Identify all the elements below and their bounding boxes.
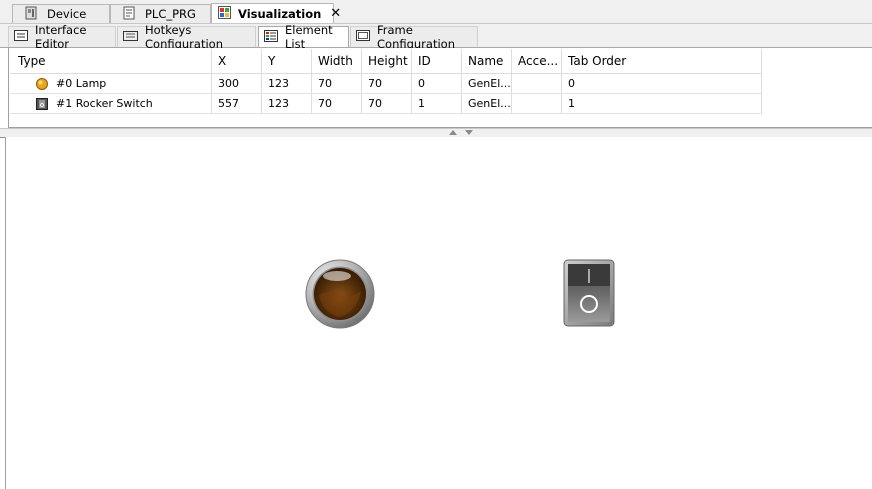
cell-name[interactable]: GenEl...	[462, 74, 512, 93]
program-icon	[123, 6, 135, 23]
column-header-id[interactable]: ID	[412, 49, 462, 73]
device-icon	[25, 6, 37, 23]
column-header-y[interactable]: Y	[262, 49, 312, 73]
cell-height[interactable]: 70	[362, 94, 412, 113]
column-header-x[interactable]: X	[212, 49, 262, 73]
tab-label: Visualization	[238, 6, 322, 21]
cell-name[interactable]: GenEl...	[462, 94, 512, 113]
cell-id: 0	[412, 74, 462, 93]
expand-down-icon[interactable]	[465, 130, 473, 135]
cell-width[interactable]: 70	[312, 94, 362, 113]
column-header-access[interactable]: Acce...	[512, 49, 562, 73]
tab-plc-prg[interactable]: PLC_PRG	[110, 4, 211, 23]
cell-y[interactable]: 123	[262, 74, 312, 93]
column-header-type[interactable]: Type	[10, 49, 212, 73]
cell-height[interactable]: 70	[362, 74, 412, 93]
keyboard-icon	[123, 30, 138, 44]
frame-config-icon	[356, 30, 370, 44]
tab-visualization[interactable]: Visualization ✕	[211, 3, 341, 23]
tab-frame-configuration[interactable]: Frame Configuration	[350, 23, 478, 51]
element-table: Type X Y Width Height ID Name Acce... Ta…	[10, 49, 762, 114]
tab-interface-editor[interactable]: Interface Editor	[8, 23, 116, 51]
rocker-switch-element[interactable]	[563, 259, 615, 329]
cell-x[interactable]: 557	[212, 94, 262, 113]
collapse-up-icon[interactable]	[449, 130, 457, 135]
tab-label: Frame Configuration	[377, 23, 455, 51]
tab-label: Hotkeys Configuration	[145, 23, 223, 51]
cell-width[interactable]: 70	[312, 74, 362, 93]
column-header-tab-order[interactable]: Tab Order	[562, 49, 762, 73]
column-header-height[interactable]: Height	[362, 49, 412, 73]
element-type-label: #1 Rocker Switch	[56, 97, 153, 110]
cell-tab-order[interactable]: 1	[562, 94, 762, 113]
column-header-name[interactable]: Name	[462, 49, 512, 73]
editor-tab-bar: Interface Editor Hotkeys Configuration E…	[0, 23, 872, 51]
lamp-icon	[36, 77, 48, 90]
cell-x[interactable]: 300	[212, 74, 262, 93]
visualization-canvas[interactable]	[5, 137, 872, 489]
cell-tab-order[interactable]: 0	[562, 74, 762, 93]
tab-label: PLC_PRG	[145, 7, 196, 21]
visualization-icon	[218, 5, 231, 22]
tab-device[interactable]: Device	[12, 4, 110, 23]
tab-label: Interface Editor	[35, 23, 87, 51]
cell-y[interactable]: 123	[262, 94, 312, 113]
element-list-icon	[264, 29, 278, 45]
tab-label: Element List	[285, 23, 333, 51]
close-icon[interactable]: ✕	[330, 6, 341, 21]
tab-label: Device	[47, 7, 87, 21]
table-row[interactable]: #1 Rocker Switch 557 123 70 70 1 GenEl..…	[10, 94, 762, 114]
table-header: Type X Y Width Height ID Name Acce... Ta…	[10, 49, 762, 74]
cell-access[interactable]	[512, 74, 562, 93]
rocker-switch-icon	[36, 97, 48, 110]
interface-editor-icon	[14, 30, 28, 44]
element-list-panel: Type X Y Width Height ID Name Acce... Ta…	[8, 48, 872, 128]
column-header-width[interactable]: Width	[312, 49, 362, 73]
lamp-element[interactable]	[305, 259, 375, 329]
cell-type: #1 Rocker Switch	[10, 94, 212, 113]
cell-access[interactable]	[512, 94, 562, 113]
cell-type: #0 Lamp	[10, 74, 212, 93]
tab-hotkeys-configuration[interactable]: Hotkeys Configuration	[117, 23, 256, 51]
element-type-label: #0 Lamp	[56, 77, 107, 90]
cell-id: 1	[412, 94, 462, 113]
document-tab-bar: Device PLC_PRG Visualization ✕	[0, 0, 872, 24]
table-row[interactable]: #0 Lamp 300 123 70 70 0 GenEl... 0	[10, 74, 762, 94]
tab-element-list[interactable]: Element List	[258, 23, 349, 51]
